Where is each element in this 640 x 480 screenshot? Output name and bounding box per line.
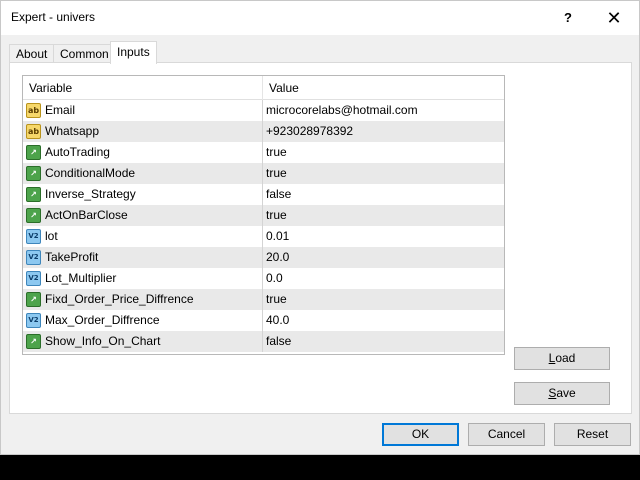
load-button[interactable]: Load bbox=[514, 347, 610, 370]
table-row[interactable]: AutoTrading ↗ true bbox=[23, 142, 504, 163]
number-icon: V2 bbox=[26, 229, 41, 244]
table-row[interactable]: Lot_Multiplier V2 0.0 bbox=[23, 268, 504, 289]
table-row[interactable]: ConditionalMode ↗ true bbox=[23, 163, 504, 184]
inputs-panel: Variable Value Email ab microcorelabs@hotm… bbox=[9, 62, 632, 414]
reset-button[interactable]: Reset bbox=[554, 423, 631, 446]
variable-name-cell: AutoTrading bbox=[23, 142, 263, 163]
table-row[interactable]: Show_Info_On_Chart ↗ false bbox=[23, 331, 504, 352]
boolean-icon: ↗ bbox=[26, 145, 41, 160]
value-cell[interactable]: microcorelabs@hotmail.com bbox=[263, 100, 504, 121]
value-cell[interactable]: +923028978392 bbox=[263, 121, 504, 142]
column-header-value[interactable]: Value bbox=[263, 76, 504, 100]
table-row[interactable]: lot V2 0.01 bbox=[23, 226, 504, 247]
value-cell[interactable]: 40.0 bbox=[263, 310, 504, 331]
variable-name-cell: Show_Info_On_Chart bbox=[23, 331, 263, 352]
value-cell[interactable]: 0.01 bbox=[263, 226, 504, 247]
variable-name-cell: lot bbox=[23, 226, 263, 247]
value-cell[interactable]: false bbox=[263, 184, 504, 205]
close-icon[interactable]: ✕ bbox=[591, 1, 637, 35]
help-button[interactable]: ? bbox=[545, 1, 591, 35]
number-icon: V2 bbox=[26, 271, 41, 286]
variable-name-cell: TakeProfit bbox=[23, 247, 263, 268]
value-cell[interactable]: 0.0 bbox=[263, 268, 504, 289]
grid-header: Variable Value bbox=[23, 76, 504, 100]
boolean-icon: ↗ bbox=[26, 292, 41, 307]
number-icon: V2 bbox=[26, 250, 41, 265]
variable-name-cell: Inverse_Strategy bbox=[23, 184, 263, 205]
save-button-label: ave bbox=[556, 386, 576, 400]
table-row[interactable]: Max_Order_Diffrence V2 40.0 bbox=[23, 310, 504, 331]
table-row[interactable]: TakeProfit V2 20.0 bbox=[23, 247, 504, 268]
taskbar bbox=[0, 455, 640, 480]
boolean-icon: ↗ bbox=[26, 208, 41, 223]
variable-name-cell: Max_Order_Diffrence bbox=[23, 310, 263, 331]
title-bar: Expert - univers ? ✕ bbox=[1, 1, 639, 35]
tab-inputs[interactable]: Inputs bbox=[110, 41, 157, 64]
boolean-icon: ↗ bbox=[26, 187, 41, 202]
tab-about[interactable]: About bbox=[9, 44, 55, 63]
boolean-icon: ↗ bbox=[26, 166, 41, 181]
table-row[interactable]: ActOnBarClose ↗ true bbox=[23, 205, 504, 226]
string-icon: ab bbox=[26, 124, 41, 139]
variable-name-cell: ConditionalMode bbox=[23, 163, 263, 184]
variable-name-cell: Email bbox=[23, 100, 263, 121]
table-row[interactable]: Inverse_Strategy ↗ false bbox=[23, 184, 504, 205]
cancel-button[interactable]: Cancel bbox=[468, 423, 545, 446]
expert-dialog: Expert - univers ? ✕ About Common Inputs… bbox=[0, 0, 640, 455]
variable-name-cell: Whatsapp bbox=[23, 121, 263, 142]
value-cell[interactable]: true bbox=[263, 289, 504, 310]
tab-common[interactable]: Common bbox=[53, 44, 116, 63]
boolean-icon: ↗ bbox=[26, 334, 41, 349]
value-cell[interactable]: 20.0 bbox=[263, 247, 504, 268]
value-cell[interactable]: true bbox=[263, 142, 504, 163]
ok-button[interactable]: OK bbox=[382, 423, 459, 446]
value-cell[interactable]: true bbox=[263, 163, 504, 184]
column-header-variable[interactable]: Variable bbox=[23, 76, 263, 100]
value-cell[interactable]: true bbox=[263, 205, 504, 226]
table-row[interactable]: Fixd_Order_Price_Diffrence ↗ true bbox=[23, 289, 504, 310]
variable-name-cell: ActOnBarClose bbox=[23, 205, 263, 226]
inputs-grid: Variable Value Email ab microcorelabs@hotm… bbox=[22, 75, 505, 355]
number-icon: V2 bbox=[26, 313, 41, 328]
variable-name-cell: Lot_Multiplier bbox=[23, 268, 263, 289]
load-button-label: oad bbox=[555, 351, 576, 365]
save-button[interactable]: Save bbox=[514, 382, 610, 405]
string-icon: ab bbox=[26, 103, 41, 118]
window-title: Expert - univers bbox=[11, 10, 96, 24]
table-row[interactable]: Whatsapp ab +923028978392 bbox=[23, 121, 504, 142]
value-cell[interactable]: false bbox=[263, 331, 504, 352]
table-row[interactable]: Email ab microcorelabs@hotmail.com bbox=[23, 100, 504, 121]
variable-name-cell: Fixd_Order_Price_Diffrence bbox=[23, 289, 263, 310]
